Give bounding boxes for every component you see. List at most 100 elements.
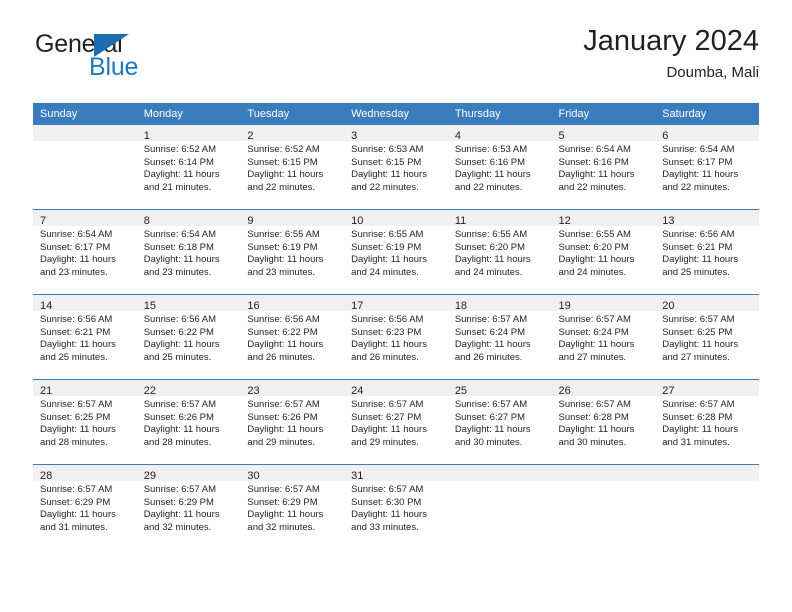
day-cell-content: 24 Sunrise: 6:57 AM Sunset: 6:27 PM Dayligh… [344, 380, 448, 464]
calendar-day-cell[interactable]: 26 Sunrise: 6:57 AM Sunset: 6:28 PM Dayligh… [551, 379, 656, 465]
day-number-band: 8 [136, 210, 241, 227]
day-cell-details: Sunrise: 6:57 AM Sunset: 6:24 PM Daylight:… [448, 311, 552, 364]
day-cell-details: Sunrise: 6:56 AM Sunset: 6:22 PM Daylight:… [137, 311, 241, 364]
calendar-day-cell [551, 464, 656, 549]
daylight-text: Daylight: 11 hours and 32 minutes. [143, 509, 220, 533]
calendar-day-cell[interactable]: 14 Sunrise: 6:56 AM Sunset: 6:21 PM Dayligh… [33, 294, 137, 380]
day-cell-details: Sunrise: 6:56 AM Sunset: 6:21 PM Daylight:… [33, 311, 137, 364]
daylight-text: Daylight: 11 hours and 28 minutes. [40, 424, 116, 448]
calendar-day-cell[interactable]: 30 Sunrise: 6:57 AM Sunset: 6:29 PM Dayligh… [240, 464, 345, 549]
day-cell-content: 26 Sunrise: 6:57 AM Sunset: 6:28 PM Dayligh… [551, 380, 656, 464]
calendar-day-cell[interactable]: 17 Sunrise: 6:56 AM Sunset: 6:23 PM Dayligh… [344, 294, 448, 380]
sunset-text: Sunset: 6:20 PM [454, 241, 526, 253]
calendar-day-cell[interactable]: 13 Sunrise: 6:56 AM Sunset: 6:21 PM Dayligh… [655, 209, 759, 295]
calendar-day-cell[interactable]: 9 Sunrise: 6:55 AM Sunset: 6:19 PM Daylight… [240, 209, 345, 295]
sunset-text: Sunset: 6:15 PM [247, 156, 318, 168]
calendar-day-cell[interactable]: 28 Sunrise: 6:57 AM Sunset: 6:29 PM Dayligh… [33, 464, 137, 549]
day-cell-details: Sunrise: 6:53 AM Sunset: 6:16 PM Daylight:… [448, 141, 552, 194]
day-number: 10 [351, 215, 364, 227]
day-cell-details: Sunrise: 6:57 AM Sunset: 6:27 PM Daylight:… [344, 396, 448, 449]
day-number: 12 [558, 215, 571, 227]
day-number-band: 10 [344, 210, 448, 227]
sunrise-text: Sunrise: 6:55 AM [247, 229, 320, 240]
calendar-day-cell[interactable]: 10 Sunrise: 6:55 AM Sunset: 6:19 PM Dayligh… [344, 209, 448, 295]
sunrise-text: Sunrise: 6:52 AM [143, 144, 217, 155]
page-subtitle: Doumba, Mali [666, 64, 759, 81]
day-number: 23 [247, 385, 260, 397]
day-cell-details: Sunrise: 6:57 AM Sunset: 6:27 PM Daylight:… [448, 396, 552, 449]
day-number-band: 9 [240, 210, 345, 227]
sunrise-text: Sunrise: 6:57 AM [454, 314, 528, 325]
day-cell-content: 5 Sunrise: 6:54 AM Sunset: 6:16 PM Daylight… [551, 125, 656, 209]
day-number-band: 24 [344, 380, 448, 397]
sunrise-text: Sunrise: 6:57 AM [351, 484, 424, 495]
day-cell-content: 14 Sunrise: 6:56 AM Sunset: 6:21 PM Dayligh… [33, 295, 137, 379]
day-cell-content: 20 Sunrise: 6:57 AM Sunset: 6:25 PM Dayligh… [655, 295, 759, 379]
day-number: 27 [662, 385, 675, 397]
day-number-band [33, 125, 137, 141]
calendar-day-cell[interactable]: 8 Sunrise: 6:54 AM Sunset: 6:18 PM Daylight… [136, 209, 241, 295]
day-cell-content: 12 Sunrise: 6:55 AM Sunset: 6:20 PM Dayligh… [551, 210, 656, 294]
day-number-band: 16 [240, 295, 345, 312]
calendar-day-cell[interactable]: 6 Sunrise: 6:54 AM Sunset: 6:17 PM Daylight… [655, 125, 759, 210]
calendar-day-cell[interactable]: 24 Sunrise: 6:57 AM Sunset: 6:27 PM Dayligh… [344, 379, 448, 465]
sunrise-text: Sunrise: 6:54 AM [40, 229, 113, 240]
calendar-day-cell[interactable]: 7 Sunrise: 6:54 AM Sunset: 6:17 PM Daylight… [33, 209, 137, 295]
day-cell-content: 1 Sunrise: 6:52 AM Sunset: 6:14 PM Daylight… [136, 125, 241, 209]
day-number: 29 [143, 470, 156, 482]
day-number-band: 17 [344, 295, 448, 312]
weekday-header-saturday: Saturday [655, 103, 759, 125]
calendar-day-cell[interactable]: 19 Sunrise: 6:57 AM Sunset: 6:24 PM Dayligh… [551, 294, 656, 380]
calendar-day-cell[interactable]: 20 Sunrise: 6:57 AM Sunset: 6:25 PM Dayligh… [655, 294, 759, 380]
sunrise-text: Sunrise: 6:57 AM [558, 399, 631, 410]
day-cell-details: Sunrise: 6:56 AM Sunset: 6:21 PM Daylight:… [655, 226, 759, 279]
calendar-day-cell[interactable]: 1 Sunrise: 6:52 AM Sunset: 6:14 PM Daylight… [136, 125, 241, 210]
sunrise-text: Sunrise: 6:56 AM [662, 229, 735, 240]
calendar-day-cell[interactable]: 12 Sunrise: 6:55 AM Sunset: 6:20 PM Dayligh… [551, 209, 656, 295]
calendar-day-cell[interactable]: 15 Sunrise: 6:56 AM Sunset: 6:22 PM Dayligh… [136, 294, 241, 380]
daylight-text: Daylight: 11 hours and 30 minutes. [454, 424, 531, 448]
day-number: 30 [247, 470, 260, 482]
day-number: 5 [558, 130, 565, 142]
day-number-band: 30 [240, 465, 345, 482]
calendar-day-cell[interactable]: 16 Sunrise: 6:56 AM Sunset: 6:22 PM Dayligh… [240, 294, 345, 380]
sunrise-text: Sunrise: 6:56 AM [351, 314, 424, 325]
day-cell-details: Sunrise: 6:52 AM Sunset: 6:15 PM Daylight:… [240, 141, 344, 194]
day-number: 3 [351, 130, 358, 142]
calendar-day-cell[interactable]: 31 Sunrise: 6:57 AM Sunset: 6:30 PM Dayligh… [344, 464, 448, 549]
sunrise-text: Sunrise: 6:54 AM [662, 144, 735, 155]
day-number: 28 [40, 470, 53, 482]
page-title: January 2024 [583, 25, 759, 57]
sunrise-text: Sunrise: 6:57 AM [247, 484, 320, 495]
day-cell-content: 23 Sunrise: 6:57 AM Sunset: 6:26 PM Dayligh… [240, 380, 345, 464]
sunset-text: Sunset: 6:28 PM [558, 411, 629, 423]
calendar-table: Sunday Monday Tuesday Wednesday Thursday… [33, 103, 759, 549]
calendar-day-cell[interactable]: 3 Sunrise: 6:53 AM Sunset: 6:15 PM Daylight… [344, 125, 448, 210]
sunset-text: Sunset: 6:22 PM [143, 326, 214, 338]
calendar-day-cell[interactable]: 5 Sunrise: 6:54 AM Sunset: 6:16 PM Daylight… [551, 125, 656, 210]
calendar-day-cell[interactable]: 22 Sunrise: 6:57 AM Sunset: 6:26 PM Dayligh… [136, 379, 241, 465]
calendar-day-cell[interactable]: 18 Sunrise: 6:57 AM Sunset: 6:24 PM Dayligh… [447, 294, 552, 380]
calendar-day-cell[interactable]: 21 Sunrise: 6:57 AM Sunset: 6:25 PM Dayligh… [33, 379, 137, 465]
day-number: 21 [40, 385, 53, 397]
day-cell-details: Sunrise: 6:54 AM Sunset: 6:17 PM Daylight:… [655, 141, 759, 194]
day-cell-content: 27 Sunrise: 6:57 AM Sunset: 6:28 PM Dayligh… [655, 380, 759, 464]
sunrise-text: Sunrise: 6:56 AM [247, 314, 320, 325]
day-cell-content: 11 Sunrise: 6:55 AM Sunset: 6:20 PM Dayligh… [447, 210, 552, 294]
day-cell-content: 15 Sunrise: 6:56 AM Sunset: 6:22 PM Dayligh… [136, 295, 241, 379]
calendar-day-cell[interactable]: 11 Sunrise: 6:55 AM Sunset: 6:20 PM Dayligh… [447, 209, 552, 295]
calendar-page: General Blue January 2024 Doumba, Mali S… [0, 0, 792, 612]
daylight-text: Daylight: 11 hours and 29 minutes. [351, 424, 427, 448]
daylight-text: Daylight: 11 hours and 23 minutes. [143, 254, 220, 278]
day-cell-details: Sunrise: 6:53 AM Sunset: 6:15 PM Daylight:… [344, 141, 448, 194]
calendar-day-cell[interactable]: 2 Sunrise: 6:52 AM Sunset: 6:15 PM Daylight… [240, 125, 345, 210]
calendar-day-cell[interactable]: 25 Sunrise: 6:57 AM Sunset: 6:27 PM Dayligh… [447, 379, 552, 465]
calendar-week-row: 7 Sunrise: 6:54 AM Sunset: 6:17 PM Daylight… [33, 209, 759, 295]
page-header: General Blue January 2024 Doumba, Mali [33, 25, 759, 90]
calendar-day-cell[interactable]: 23 Sunrise: 6:57 AM Sunset: 6:26 PM Dayligh… [240, 379, 345, 465]
weekday-header-monday: Monday [136, 103, 241, 125]
day-number-band: 19 [551, 295, 656, 312]
calendar-day-cell[interactable]: 27 Sunrise: 6:57 AM Sunset: 6:28 PM Dayligh… [655, 379, 759, 465]
calendar-day-cell[interactable]: 4 Sunrise: 6:53 AM Sunset: 6:16 PM Daylight… [447, 125, 552, 210]
calendar-day-cell[interactable]: 29 Sunrise: 6:57 AM Sunset: 6:29 PM Dayligh… [136, 464, 241, 549]
